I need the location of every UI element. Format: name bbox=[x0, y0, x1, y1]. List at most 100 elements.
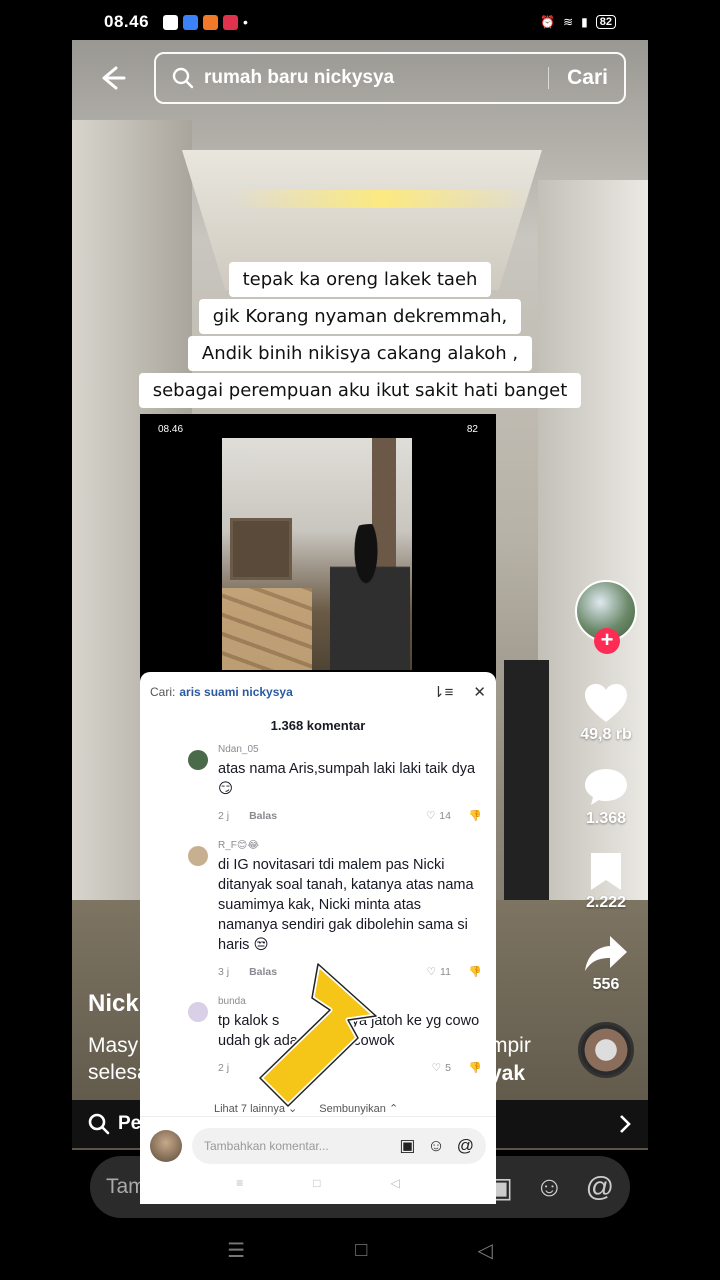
app-icon-blue bbox=[183, 14, 199, 30]
yellow-arrow-icon bbox=[257, 961, 379, 1108]
dislike-icon[interactable]: 👎 bbox=[469, 809, 482, 822]
comment-time: 2 j bbox=[218, 809, 230, 822]
like-action[interactable]: 49,8 rb bbox=[580, 682, 632, 744]
add-comment-field[interactable]: Tambahkan komentar... ▣ ☺ @ bbox=[192, 1127, 486, 1164]
heart-outline-icon: ♡ bbox=[426, 965, 437, 978]
embed-battery-icon: 82 bbox=[466, 423, 478, 435]
dislike-icon[interactable]: 👎 bbox=[469, 1061, 482, 1074]
emoji-icon[interactable]: ☺ bbox=[427, 1136, 444, 1156]
app-icon-orange bbox=[203, 14, 219, 30]
my-avatar bbox=[150, 1129, 182, 1162]
recent-apps-icon[interactable]: ☰ bbox=[227, 1238, 245, 1263]
comment-like[interactable]: ♡ 11 bbox=[427, 966, 451, 978]
input-icons: ▣ ☺ @ bbox=[399, 1136, 474, 1156]
emoji-icon[interactable]: ☺ bbox=[535, 1171, 564, 1204]
search-button[interactable]: Cari bbox=[567, 66, 608, 90]
creator-avatar-wrap: + bbox=[575, 580, 637, 654]
comment-text: atas nama Aris,sumpah laki laki taik dya… bbox=[218, 761, 476, 797]
caption-line-3: Andik binih nikisya cakang alakoh , bbox=[187, 336, 533, 371]
comment-sheet-header: Cari: aris suami nickysya ⇂≡ ✕ bbox=[140, 672, 496, 712]
comment-icon bbox=[585, 769, 627, 805]
mention-icon[interactable]: @ bbox=[457, 1136, 474, 1156]
comment-like-count: 14 bbox=[439, 809, 451, 822]
reply-button[interactable]: Balas bbox=[249, 810, 277, 822]
comment-action[interactable]: 1.368 bbox=[583, 766, 629, 828]
embed-cardboard bbox=[222, 588, 312, 670]
status-time: 08.46 bbox=[104, 12, 150, 31]
add-comment-placeholder: Tambahkan komentar... bbox=[204, 1138, 329, 1153]
share-action[interactable]: 556 bbox=[583, 934, 629, 994]
comment-like[interactable]: ♡ 5 bbox=[432, 1062, 451, 1074]
embed-window bbox=[230, 518, 292, 580]
desc-tail-1: mpir bbox=[490, 1034, 531, 1057]
status-bar: 08.46 • ⏰ ≋ ▮ 82 bbox=[0, 0, 720, 44]
comment-search-label: Cari: bbox=[150, 685, 176, 699]
facebook-icon bbox=[163, 14, 179, 30]
commenter-avatar[interactable] bbox=[188, 1002, 208, 1022]
video-bg-light bbox=[232, 190, 532, 208]
like-count: 49,8 rb bbox=[580, 726, 632, 743]
search-icon bbox=[172, 67, 194, 89]
bookmark-icon bbox=[590, 853, 621, 890]
chevron-right-icon bbox=[620, 1115, 631, 1133]
comment-bar-icons: ▣ ☺ @ bbox=[487, 1171, 615, 1204]
dislike-icon[interactable]: 👎 bbox=[469, 965, 482, 978]
close-icon[interactable]: ✕ bbox=[473, 683, 486, 701]
embed-person bbox=[330, 524, 410, 670]
comment-like-count: 5 bbox=[445, 1061, 451, 1074]
home-icon[interactable]: □ bbox=[355, 1239, 367, 1262]
share-icon bbox=[585, 936, 627, 971]
comment-search-term[interactable]: aris suami nickysya bbox=[179, 685, 292, 699]
caption-line-2: gik Korang nyaman dekremmah, bbox=[198, 299, 522, 334]
image-icon[interactable]: ▣ bbox=[399, 1136, 415, 1156]
commenter-name[interactable]: Ndan_05 bbox=[218, 744, 482, 755]
share-count: 556 bbox=[592, 976, 620, 993]
system-nav-bar: ☰ □ ◁ bbox=[0, 1220, 720, 1280]
embed-video-frame bbox=[222, 438, 412, 670]
sheet-header-icons: ⇂≡ ✕ bbox=[432, 683, 486, 701]
commenter-name[interactable]: R_F😊😂 bbox=[218, 840, 482, 851]
follow-button[interactable]: + bbox=[594, 628, 620, 654]
status-app-icons: • bbox=[163, 14, 248, 30]
mention-icon[interactable]: @ bbox=[586, 1171, 614, 1204]
embed-home-icon: □ bbox=[313, 1176, 321, 1190]
more-notifications-dot: • bbox=[243, 14, 248, 30]
wifi-icon: ≋ bbox=[563, 15, 574, 29]
sort-icon[interactable]: ⇂≡ bbox=[432, 683, 453, 701]
commenter-avatar[interactable] bbox=[188, 750, 208, 770]
search-icon bbox=[88, 1113, 110, 1135]
comment-like[interactable]: ♡ 14 bbox=[426, 810, 451, 822]
embed-nav-bar: ≡ □ ◁ bbox=[140, 1176, 496, 1200]
back-arrow-icon[interactable] bbox=[90, 56, 134, 100]
video-caption-overlay: tepak ka oreng lakek taeh gik Korang nya… bbox=[72, 262, 648, 408]
back-icon[interactable]: ◁ bbox=[477, 1238, 492, 1263]
comment-meta: 2 j Balas ♡ 14 👎 bbox=[218, 809, 482, 823]
caption-line-4: sebagai perempuan aku ikut sakit hati ba… bbox=[138, 373, 582, 408]
signal-icon: ▮ bbox=[581, 15, 588, 29]
save-action[interactable]: 2.222 bbox=[586, 850, 626, 912]
status-right: ⏰ ≋ ▮ 82 bbox=[540, 15, 616, 29]
comment-item: Ndan_05 atas nama Aris,sumpah laki laki … bbox=[140, 744, 496, 822]
embed-back-icon: ◁ bbox=[390, 1176, 400, 1190]
sheet-comment-input: Tambahkan komentar... ▣ ☺ @ bbox=[140, 1116, 496, 1174]
search-query[interactable]: rumah baru nickysya bbox=[204, 67, 548, 89]
comment-text: di IG novitasari tdi malem pas Nicki dit… bbox=[218, 857, 474, 953]
battery-icon: 82 bbox=[595, 15, 616, 29]
caption-line-1: tepak ka oreng lakek taeh bbox=[228, 262, 492, 297]
top-search-bar: rumah baru nickysya Cari bbox=[72, 40, 648, 116]
app-icon-red bbox=[223, 14, 239, 30]
search-box[interactable]: rumah baru nickysya Cari bbox=[154, 52, 626, 104]
video-bg-cabinet bbox=[504, 660, 549, 920]
comment-sheet: Cari: aris suami nickysya ⇂≡ ✕ 1.368 kom… bbox=[140, 672, 496, 1204]
search-separator bbox=[548, 67, 550, 89]
embed-status-time: 08.46 bbox=[158, 423, 184, 435]
commenter-avatar[interactable] bbox=[188, 846, 208, 866]
comment-like-count: 11 bbox=[440, 965, 451, 978]
save-count: 2.222 bbox=[585, 894, 627, 911]
alarm-icon: ⏰ bbox=[540, 15, 556, 29]
related-search-label: Pe bbox=[118, 1113, 142, 1134]
heart-outline-icon: ♡ bbox=[425, 809, 436, 822]
heart-outline-icon: ♡ bbox=[431, 1061, 442, 1074]
comment-time: 3 j bbox=[218, 965, 230, 978]
comment-count: 1.368 bbox=[585, 810, 627, 827]
